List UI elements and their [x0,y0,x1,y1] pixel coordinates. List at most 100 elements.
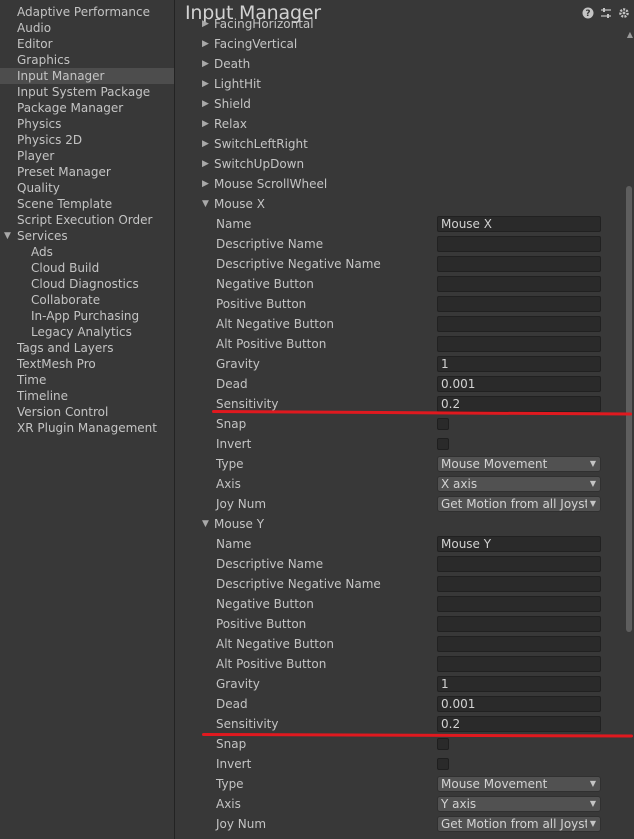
property-label: Snap [216,737,247,751]
snap-checkbox[interactable] [437,738,449,750]
foldout-collapsed-icon[interactable]: ▶ [202,154,209,174]
property-row-type: Type Mouse Movement ▼ [175,774,615,794]
axis-foldout[interactable]: ▶ FacingHorizontal [175,14,615,34]
sidebar-item[interactable]: Graphics [0,52,174,68]
sidebar-item[interactable]: Preset Manager [0,164,174,180]
sidebar-item[interactable]: XR Plugin Management [0,420,174,436]
property-row-gravity: Gravity 1 [175,674,615,694]
foldout-collapsed-icon[interactable]: ▶ [202,174,209,194]
sidebar-item-label: Timeline [17,389,69,403]
sidebar-item[interactable]: Timeline [0,388,174,404]
negative-button-field[interactable] [437,596,601,612]
sidebar-item[interactable]: Physics 2D [0,132,174,148]
snap-checkbox[interactable] [437,418,449,430]
sensitivity-field[interactable]: 0.2 [437,716,601,732]
property-label: Invert [216,437,252,451]
invert-checkbox[interactable] [437,758,449,770]
gear-icon[interactable] [618,7,630,19]
axis-foldout[interactable]: ▼ Mouse X [175,194,615,214]
axis-foldout[interactable]: ▶ Relax [175,114,615,134]
property-row-gravity: Gravity 1 [175,354,615,374]
sidebar-item[interactable]: Input System Package [0,84,174,100]
gravity-field[interactable]: 1 [437,676,601,692]
property-row-dead: Dead 0.001 [175,374,615,394]
sidebar-item[interactable]: Time [0,372,174,388]
axis-foldout[interactable]: ▶ LightHit [175,74,615,94]
sidebar-item[interactable]: Adaptive Performance [0,4,174,20]
sidebar-item[interactable]: Script Execution Order [0,212,174,228]
dropdown-arrow-icon: ▼ [589,799,596,808]
sidebar-item[interactable]: Tags and Layers [0,340,174,356]
alt-positive-button-field[interactable] [437,336,601,352]
sidebar-item[interactable]: Version Control [0,404,174,420]
axis-foldout[interactable]: ▶ FacingVertical [175,34,615,54]
name-field[interactable]: Mouse Y [437,536,601,552]
descriptive-name-field[interactable] [437,236,601,252]
foldout-collapsed-icon[interactable]: ▶ [202,94,209,114]
foldout-collapsed-icon[interactable]: ▶ [202,134,209,154]
foldout-collapsed-icon[interactable]: ▶ [202,34,209,54]
alt-positive-button-field[interactable] [437,656,601,672]
property-row-negative-button: Negative Button [175,594,615,614]
joy-num-dropdown[interactable]: Get Motion from all Joystic ▼ [437,816,601,832]
axis-foldout[interactable]: ▶ Shield [175,94,615,114]
positive-button-field[interactable] [437,616,601,632]
axis-name: LightHit [214,77,262,91]
sensitivity-field[interactable]: 0.2 [437,396,601,412]
axis-name: Mouse Y [214,517,265,531]
foldout-expanded-icon[interactable]: ▼ [4,228,11,244]
sidebar-item[interactable]: TextMesh Pro [0,356,174,372]
type-dropdown[interactable]: Mouse Movement ▼ [437,456,601,472]
foldout-expanded-icon[interactable]: ▼ [202,194,209,214]
sidebar-item[interactable]: Legacy Analytics [0,324,174,340]
property-label: Snap [216,417,247,431]
sidebar-item[interactable]: Cloud Build [0,260,174,276]
descriptive-negative-name-field[interactable] [437,256,601,272]
sidebar-item[interactable]: Collaborate [0,292,174,308]
sidebar-item[interactable]: Scene Template [0,196,174,212]
alt-negative-button-field[interactable] [437,316,601,332]
foldout-collapsed-icon[interactable]: ▶ [202,54,209,74]
dead-field[interactable]: 0.001 [437,696,601,712]
foldout-expanded-icon[interactable]: ▼ [202,514,209,534]
sidebar-item[interactable]: Quality [0,180,174,196]
sidebar-item[interactable]: Cloud Diagnostics [0,276,174,292]
sidebar-item-label: Preset Manager [17,165,111,179]
negative-button-field[interactable] [437,276,601,292]
foldout-collapsed-icon[interactable]: ▶ [202,74,209,94]
property-label: Name [216,217,252,231]
foldout-collapsed-icon[interactable]: ▶ [202,14,209,34]
descriptive-name-field[interactable] [437,556,601,572]
axis-foldout[interactable]: ▶ Death [175,54,615,74]
axis-name: FacingHorizontal [214,17,314,31]
sidebar-item[interactable]: Input Manager [0,68,174,84]
axis-foldout[interactable]: ▶ SwitchUpDown [175,154,615,174]
foldout-collapsed-icon[interactable]: ▶ [202,114,209,134]
property-row-alt-negative-button: Alt Negative Button [175,314,615,334]
axis-dropdown[interactable]: Y axis ▼ [437,796,601,812]
alt-negative-button-field[interactable] [437,636,601,652]
sidebar-item[interactable]: Physics [0,116,174,132]
sidebar-item[interactable]: Package Manager [0,100,174,116]
joy-num-dropdown[interactable]: Get Motion from all Joystic ▼ [437,496,601,512]
scroll-up-arrow-icon[interactable]: ▲ [627,30,633,39]
sidebar-item[interactable]: Player [0,148,174,164]
descriptive-negative-name-field[interactable] [437,576,601,592]
axis-foldout[interactable]: ▼ Mouse Y [175,514,615,534]
axis-dropdown[interactable]: X axis ▼ [437,476,601,492]
positive-button-field[interactable] [437,296,601,312]
type-dropdown[interactable]: Mouse Movement ▼ [437,776,601,792]
name-field[interactable]: Mouse X [437,216,601,232]
invert-checkbox[interactable] [437,438,449,450]
sidebar-item[interactable]: Ads [0,244,174,260]
dead-field[interactable]: 0.001 [437,376,601,392]
axis-foldout[interactable]: ▶ SwitchLeftRight [175,134,615,154]
sidebar-item[interactable]: ▼ Services [0,228,174,244]
sidebar-item[interactable]: Editor [0,36,174,52]
property-row-name: Name Mouse Y [175,534,615,554]
gravity-field[interactable]: 1 [437,356,601,372]
sidebar-item[interactable]: Audio [0,20,174,36]
axis-foldout[interactable]: ▶ Mouse ScrollWheel [175,174,615,194]
sidebar-item[interactable]: In-App Purchasing [0,308,174,324]
scrollbar-thumb[interactable] [626,186,632,632]
